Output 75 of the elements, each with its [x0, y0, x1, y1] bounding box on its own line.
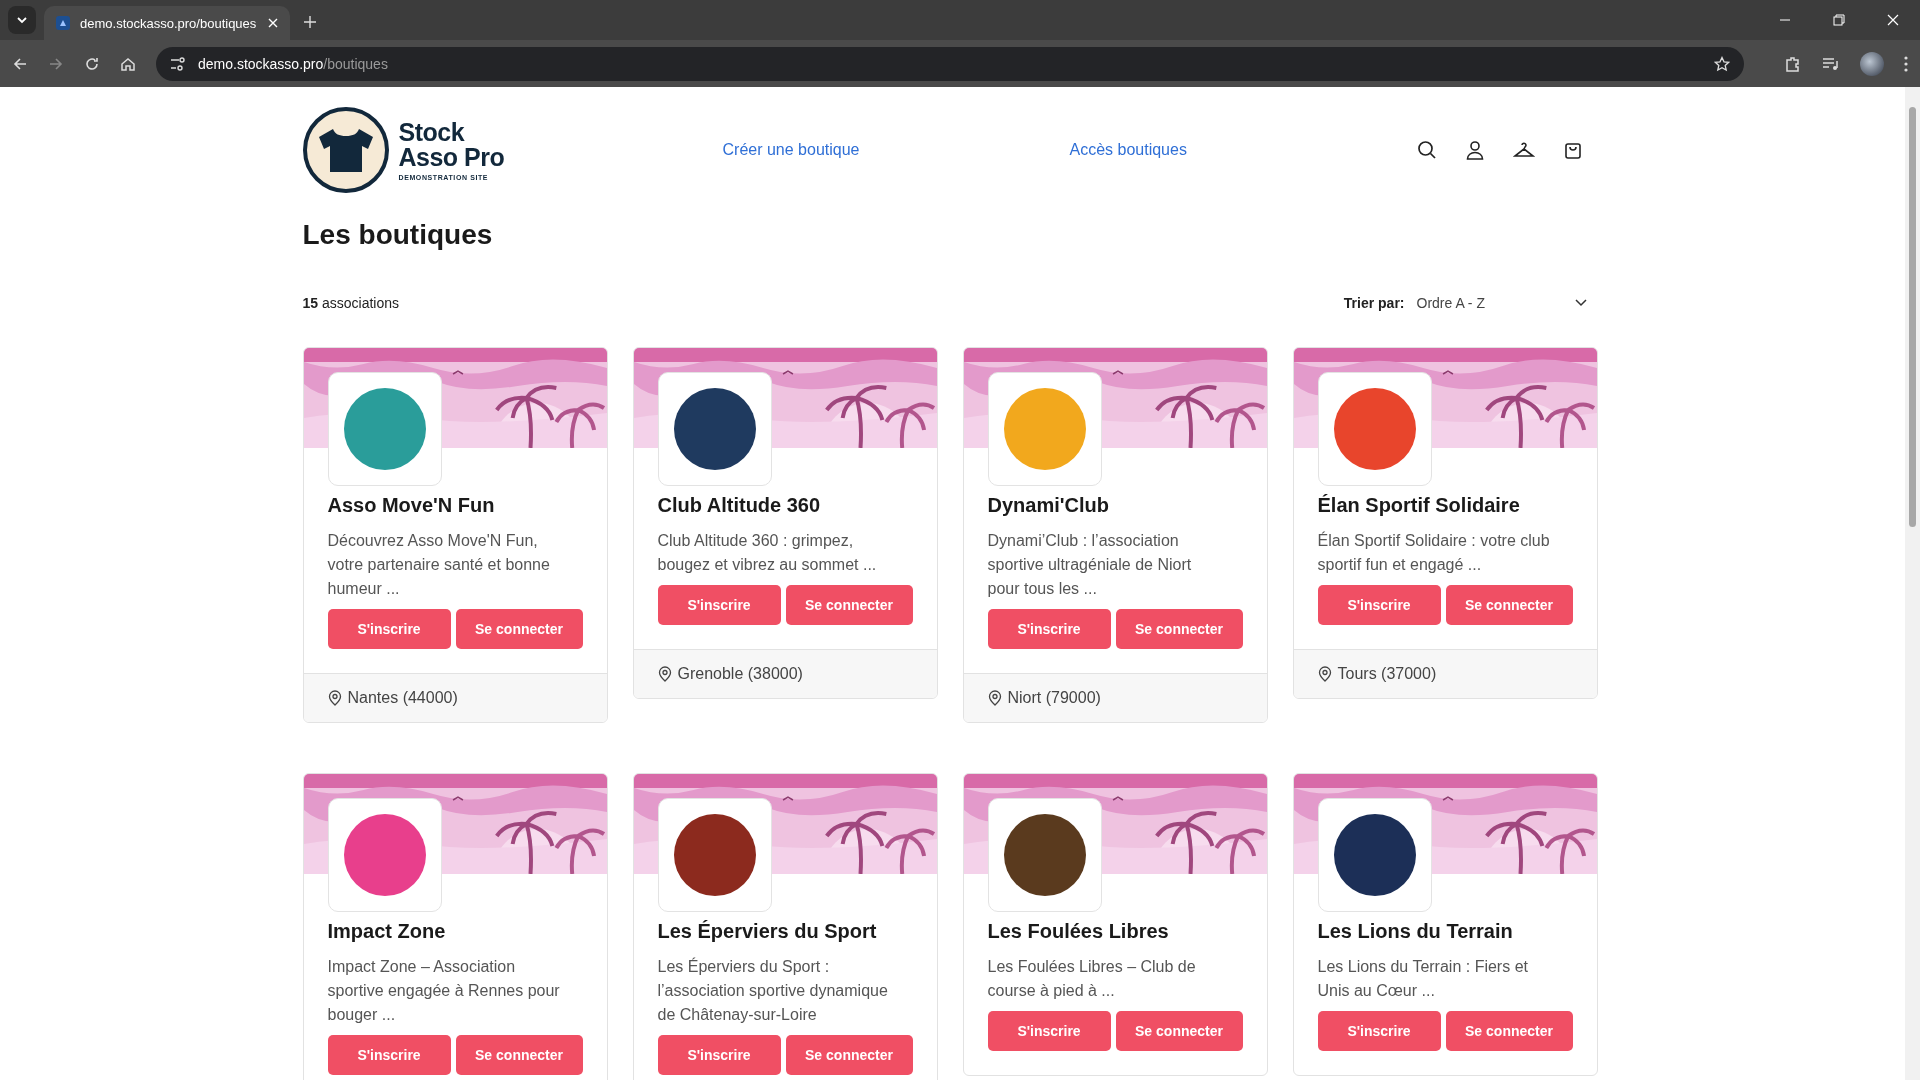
- location-text: Nantes (44000): [347, 689, 458, 707]
- location-text: Grenoble (38000): [677, 665, 803, 683]
- nav-link[interactable]: Accès boutiques: [1069, 141, 1187, 159]
- signup-button[interactable]: S'inscrire: [327, 1035, 451, 1075]
- restore-icon[interactable]: [1833, 14, 1845, 26]
- association-name: Club Altitude 360: [657, 494, 822, 517]
- tab-title: demo.stockasso.pro/boutiques: [80, 15, 258, 31]
- chevron-down-icon: [16, 16, 28, 24]
- favicon-icon: [56, 16, 70, 30]
- signup-button[interactable]: S'inscrire: [1317, 585, 1441, 625]
- t-shirt-logo-icon[interactable]: [302, 107, 389, 193]
- association-description: Dynami’Club : l’association sportive ultragéniale de Niort pour tous les ...: [987, 531, 1193, 599]
- login-button[interactable]: Se connecter: [1115, 1011, 1243, 1051]
- login-button[interactable]: Se connecter: [1445, 1011, 1573, 1051]
- reload-icon[interactable]: [84, 55, 100, 72]
- home-icon[interactable]: [120, 55, 136, 72]
- login-button[interactable]: Se connecter: [1115, 609, 1243, 649]
- user-icon[interactable]: [1464, 140, 1485, 160]
- association-name: Les Lions du Terrain: [1317, 920, 1514, 943]
- sort-label: Trier par:: [1343, 295, 1405, 311]
- url-text: demo.stockasso.pro/boutiques: [198, 55, 388, 72]
- forward-icon[interactable]: [48, 55, 64, 72]
- star-icon[interactable]: [1714, 55, 1730, 72]
- login-button[interactable]: Se connecter: [785, 585, 913, 625]
- association-name: Élan Sportif Solidaire: [1317, 494, 1521, 517]
- signup-button[interactable]: S'inscrire: [327, 609, 451, 649]
- login-button[interactable]: Se connecter: [1445, 585, 1573, 625]
- association-description: Découvrez Asso Move'N Fun, votre partenaire santé et bonne humeur ...: [327, 531, 551, 599]
- close-icon[interactable]: [1887, 14, 1899, 26]
- address-bar[interactable]: demo.stockasso.pro/boutiques: [156, 46, 1744, 81]
- hanger-icon[interactable]: [1512, 140, 1535, 160]
- location-pin-icon: [1317, 666, 1332, 682]
- location-text: Tours (37000): [1337, 665, 1437, 683]
- association-description: Les Lions du Terrain : Fiers et Unis au Cœur ...: [1317, 957, 1529, 1001]
- association-name: Impact Zone: [327, 920, 447, 943]
- signup-button[interactable]: S'inscrire: [987, 1011, 1111, 1051]
- signup-button[interactable]: S'inscrire: [657, 1035, 781, 1075]
- association-description: Club Altitude 360 : grimpez, bougez et vibrez au sommet ...: [657, 531, 878, 575]
- signup-button[interactable]: S'inscrire: [1317, 1011, 1441, 1051]
- sort-select[interactable]: Ordre A - Z: [1416, 295, 1587, 311]
- logo-wordmark: Stock: [398, 119, 466, 145]
- login-button[interactable]: Se connecter: [455, 1035, 583, 1075]
- association-description: Élan Sportif Solidaire : votre club sportif fun et engagé ...: [1317, 530, 1551, 575]
- bag-icon[interactable]: [1562, 140, 1583, 160]
- chevron-down-icon: [1574, 299, 1587, 307]
- browser-tab[interactable]: demo.stockasso.pro/boutiques: [44, 6, 290, 40]
- close-icon[interactable]: [268, 18, 278, 28]
- location-text: Niort (79000): [1007, 689, 1101, 707]
- association-name: Les Foulées Libres: [987, 920, 1170, 943]
- tab-list-button[interactable]: [8, 6, 36, 34]
- menu-icon[interactable]: [1904, 55, 1908, 72]
- back-icon[interactable]: [12, 55, 28, 72]
- signup-button[interactable]: S'inscrire: [657, 585, 781, 625]
- media-queue-icon[interactable]: [1822, 55, 1840, 72]
- association-description: Impact Zone – Association sportive engagée à Rennes pour bouger ...: [327, 957, 561, 1025]
- association-description: Les Éperviers du Sport : l’association sportive dynamique de Châtenay-sur-Loire: [657, 956, 889, 1025]
- association-name: Dynami'Club: [987, 494, 1110, 517]
- location-pin-icon: [327, 690, 342, 706]
- association-count: 15 associations: [302, 295, 399, 311]
- site-settings-icon[interactable]: [170, 56, 186, 71]
- nav-link[interactable]: Créer une boutique: [722, 141, 860, 159]
- association-name: Les Éperviers du Sport: [657, 920, 878, 943]
- search-icon[interactable]: [1416, 140, 1437, 160]
- signup-button[interactable]: S'inscrire: [987, 609, 1111, 649]
- extensions-icon[interactable]: [1784, 54, 1802, 73]
- location-pin-icon: [657, 666, 672, 682]
- page-title: Les boutiques: [302, 219, 494, 251]
- new-tab-icon[interactable]: [304, 16, 316, 28]
- login-button[interactable]: Se connecter: [455, 609, 583, 649]
- login-button[interactable]: Se connecter: [785, 1035, 913, 1075]
- association-description: Les Foulées Libres – Club de course à pied à ...: [987, 957, 1197, 1001]
- profile-avatar[interactable]: [1860, 51, 1884, 76]
- logo-wordmark: Asso Pro: [398, 144, 505, 170]
- association-name: Asso Move'N Fun: [327, 494, 496, 517]
- location-pin-icon: [987, 690, 1002, 706]
